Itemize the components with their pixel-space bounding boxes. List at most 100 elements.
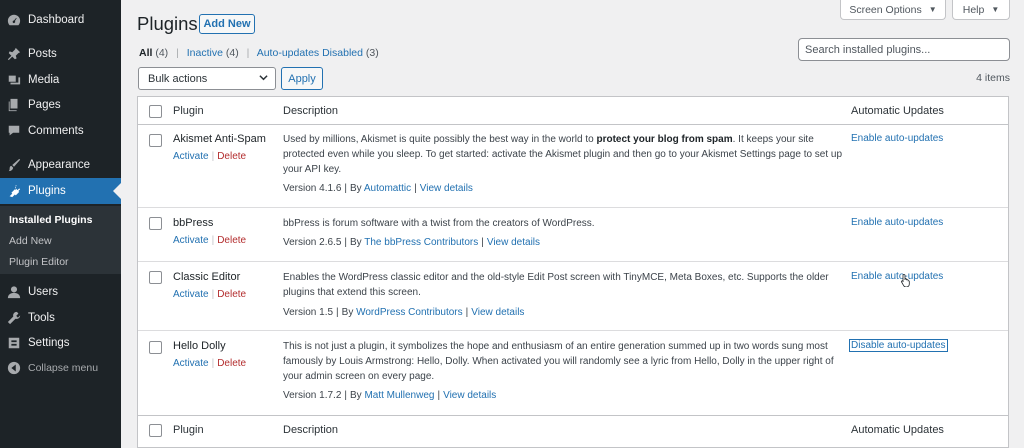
screen-options-button[interactable]: Screen Options ▼ [840,0,946,20]
dashboard-icon [7,13,21,27]
bulk-actions-select[interactable]: Bulk actions [138,67,276,90]
menu-label: Media [28,74,60,86]
meta-separator: | [414,183,417,194]
collapse-icon [7,361,21,375]
column-header-plugin[interactable]: Plugin [173,105,204,117]
menu-label: Pages [28,99,61,111]
by-label: By [349,390,362,401]
view-details-link[interactable]: View details [471,307,524,318]
submenu-installed-plugins[interactable]: Installed Plugins [9,214,92,226]
row-checkbox[interactable] [149,271,162,284]
table-row: Classic Editor Activate | Delete Enables t… [138,263,1008,331]
select-all-checkbox[interactable] [149,105,162,118]
table-row: Akismet Anti-Spam Activate | Delete Used b… [138,126,1008,208]
menu-item-dashboard[interactable]: Dashboard [0,7,121,33]
collapse-menu-button[interactable]: Collapse menu [0,355,121,381]
author-link[interactable]: WordPress Contributors [356,307,463,318]
enable-auto-updates-link[interactable]: Enable auto-updates [851,217,943,228]
author-link[interactable]: The bbPress Contributors [364,237,478,248]
help-button[interactable]: Help ▼ [952,0,1010,20]
row-actions: Activate | Delete [173,358,246,369]
row-checkbox[interactable] [149,217,162,230]
row-actions: Activate | Delete [173,151,246,162]
meta-separator: | [465,307,469,318]
delete-link[interactable]: Delete [217,358,246,369]
menu-item-posts[interactable]: Posts [0,41,121,67]
delete-link[interactable]: Delete [217,151,246,162]
delete-link[interactable]: Delete [217,289,246,300]
search-plugins-input[interactable] [798,38,1010,61]
table-header: Plugin Description Automatic Updates [138,97,1008,125]
plugin-name: Classic Editor [173,271,241,283]
meta-separator: | [344,237,347,248]
menu-item-plugins[interactable]: Plugins [0,178,121,204]
author-link[interactable]: Automattic [364,183,411,194]
author-link[interactable]: Matt Mullenweg [364,390,434,401]
plugin-status-filters: All (4) | Inactive (4) | Auto-updates Di… [139,47,379,59]
menu-item-settings[interactable]: Settings [0,330,121,356]
row-checkbox[interactable] [149,341,162,354]
view-details-link[interactable]: View details [443,390,496,401]
filter-auto-updates-disabled[interactable]: Auto-updates Disabled [257,47,363,59]
apply-button[interactable]: Apply [281,67,323,90]
plugin-meta: Version 1.5 | By WordPress Contributors | Vi… [283,307,524,318]
column-footer-automatic-updates: Automatic Updates [851,424,944,436]
plugin-description: Enables the WordPress classic editor and… [283,272,829,298]
bulk-actions-value: Bulk actions [148,72,208,85]
table-row: Hello Dolly Activate | Delete This is not … [138,332,1008,414]
disable-auto-updates-link[interactable]: Disable auto-updates [849,339,948,352]
filter-separator: | [176,47,179,59]
action-separator: | [211,358,215,369]
by-label: By [349,237,362,248]
submenu-plugin-editor[interactable]: Plugin Editor [9,256,69,268]
select-all-checkbox-footer[interactable] [149,424,162,437]
plugin-name: Akismet Anti-Spam [173,133,266,145]
menu-label: Settings [28,337,70,349]
items-count: 4 items [976,72,1010,84]
activate-link[interactable]: Activate [173,235,209,246]
pushpin-icon [7,47,21,61]
filter-inactive[interactable]: Inactive [187,47,223,59]
enable-auto-updates-link[interactable]: Enable auto-updates [851,133,943,144]
user-icon [7,285,21,299]
menu-label: Collapse menu [28,362,99,374]
action-separator: | [211,151,215,162]
plugin-meta: Version 1.7.2 | By Matt Mullenweg | View det… [283,390,496,401]
menu-item-media[interactable]: Media [0,67,121,93]
menu-label: Plugins [28,185,66,197]
submenu-add-new[interactable]: Add New [9,235,52,247]
menu-item-users[interactable]: Users [0,279,121,305]
activate-link[interactable]: Activate [173,358,209,369]
view-details-link[interactable]: View details [420,183,473,194]
view-details-link[interactable]: View details [487,237,540,248]
column-footer-plugin[interactable]: Plugin [173,424,204,436]
description-text: Used by millions, Akismet is quite possi… [283,134,597,145]
plugin-version: Version 1.5 [283,307,334,318]
filter-separator: | [246,47,250,59]
row-checkbox[interactable] [149,134,162,147]
activate-link[interactable]: Activate [173,151,209,162]
column-footer-description: Description [283,424,339,436]
plugin-description: This is not just a plugin, it symbolizes… [283,341,834,382]
help-label: Help [962,3,985,16]
add-new-button[interactable]: Add New [199,14,255,34]
activate-link[interactable]: Activate [173,289,209,300]
menu-item-appearance[interactable]: Appearance [0,152,121,178]
caret-down-icon: ▼ [991,5,1000,14]
menu-item-tools[interactable]: Tools [0,305,121,331]
plugin-name: Hello Dolly [173,340,226,352]
delete-link[interactable]: Delete [217,235,246,246]
enable-auto-updates-link[interactable]: Enable auto-updates [851,271,943,282]
menu-item-pages[interactable]: Pages [0,92,121,118]
row-actions: Activate | Delete [173,289,246,300]
by-label: By [341,307,354,318]
menu-label: Posts [28,48,57,60]
filter-all[interactable]: All [139,47,152,59]
screen-options-label: Screen Options [849,3,922,16]
menu-item-comments[interactable]: Comments [0,118,121,144]
plugin-meta: Version 2.6.5 | By The bbPress Contributor… [283,237,540,248]
meta-separator: | [336,307,339,318]
table-row: bbPress Activate | Delete bbPress is forum… [138,209,1008,262]
caret-down-icon: ▼ [928,5,937,14]
column-header-automatic-updates: Automatic Updates [851,105,944,117]
